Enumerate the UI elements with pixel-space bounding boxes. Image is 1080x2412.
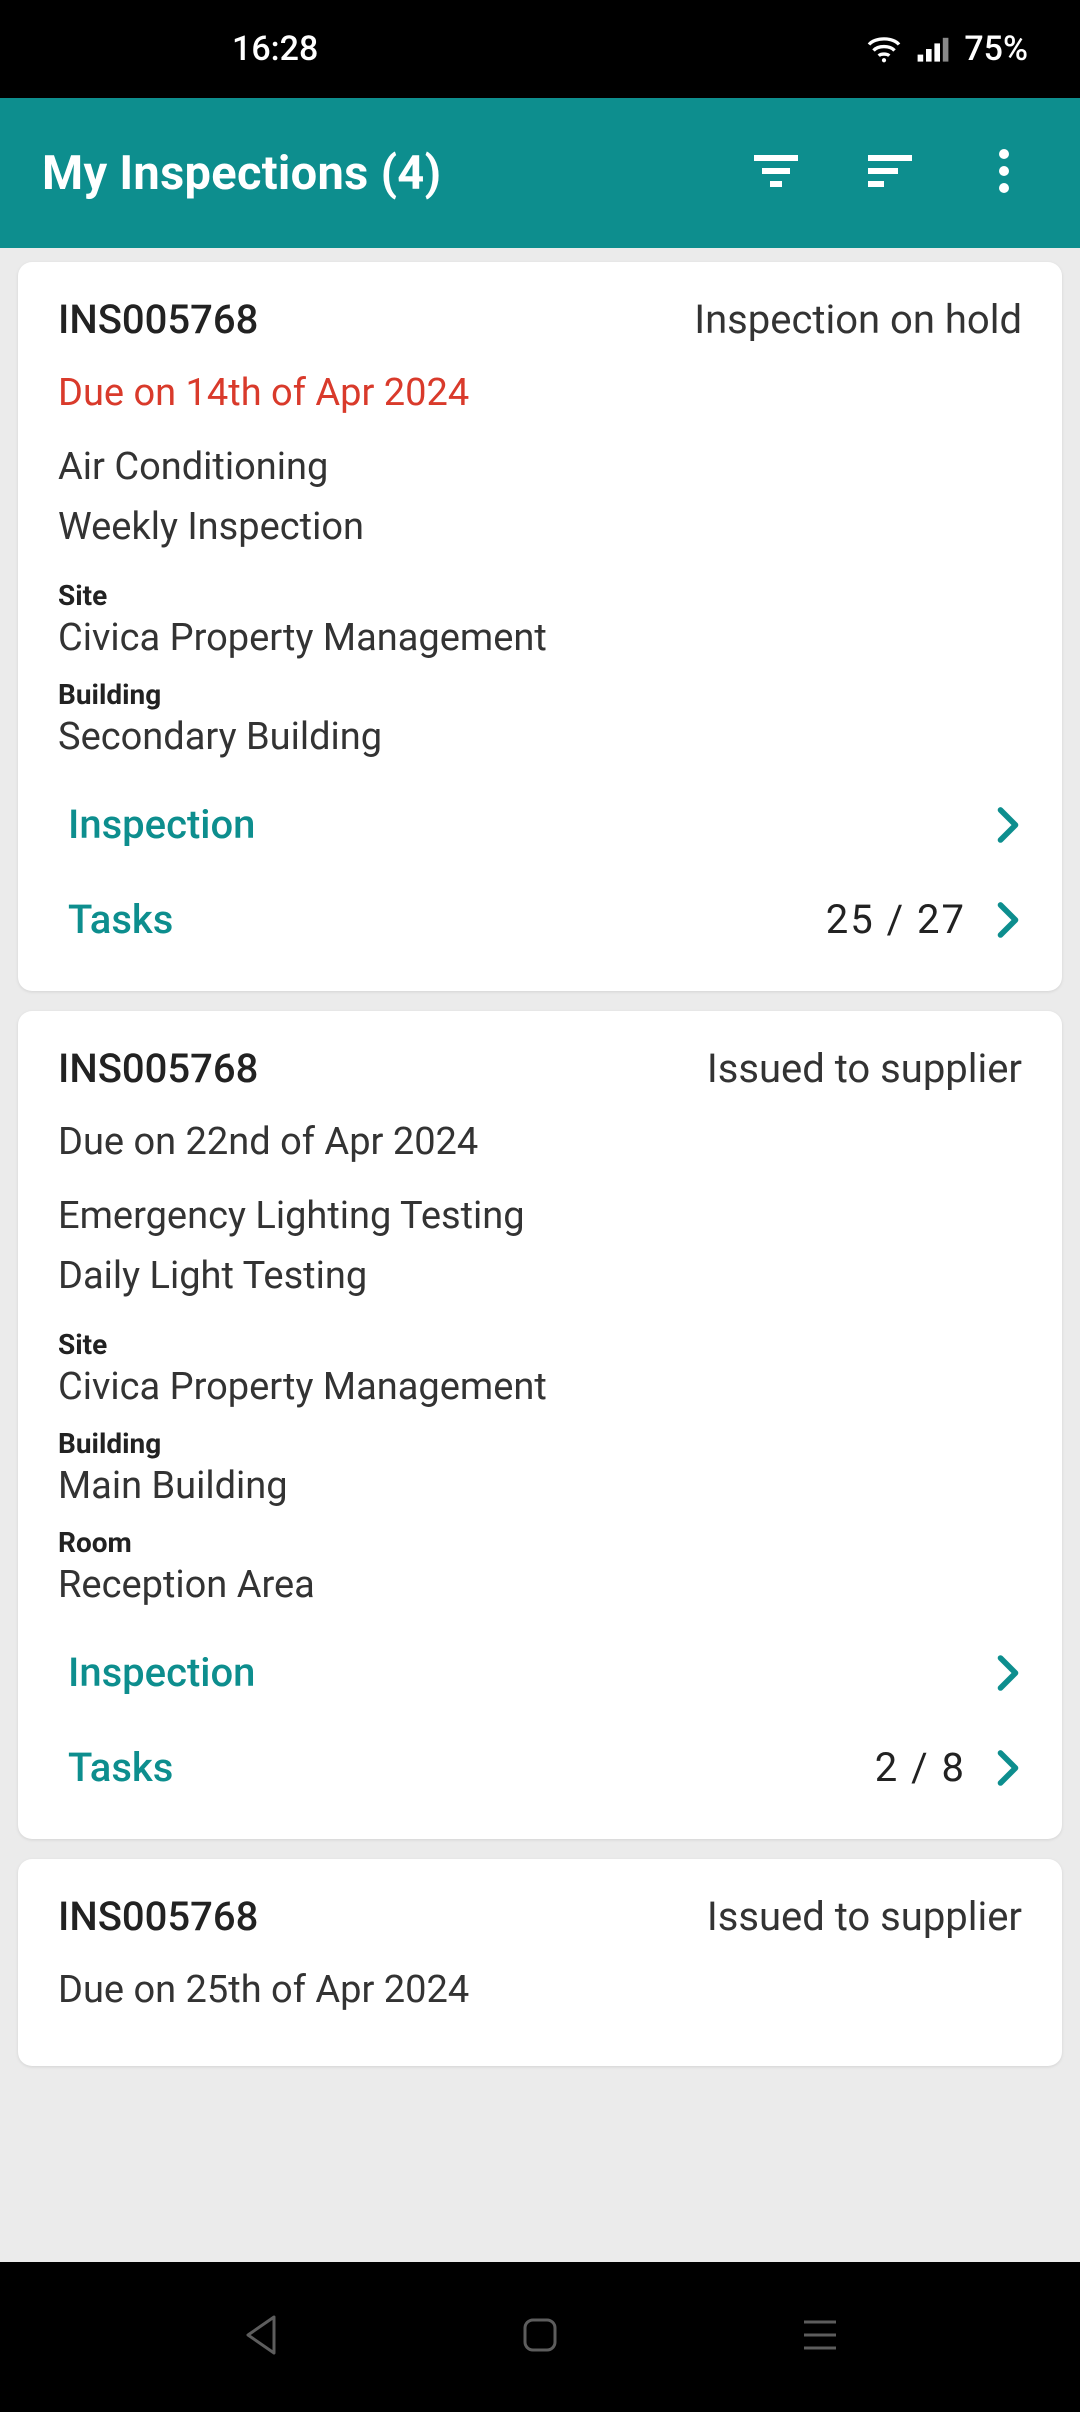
site-label: Site <box>58 579 1022 612</box>
battery-text: 75% <box>964 29 1028 69</box>
tasks-link-label: Tasks <box>68 1744 173 1791</box>
tasks-link-label: Tasks <box>68 896 173 943</box>
chevron-right-icon <box>994 805 1022 845</box>
room-value: Reception Area <box>58 1563 1022 1607</box>
inspection-card[interactable]: INS005768 Issued to supplier Due on 25th… <box>18 1859 1062 2066</box>
site-label: Site <box>58 1328 1022 1361</box>
inspection-id: INS005768 <box>58 296 258 343</box>
more-vert-icon <box>997 147 1011 199</box>
nav-home-icon <box>520 2315 560 2359</box>
nav-back-icon <box>240 2313 280 2361</box>
signal-icon <box>916 35 950 63</box>
nav-recents-icon <box>800 2317 840 2357</box>
app-bar: My Inspections (4) <box>0 98 1080 248</box>
wifi-icon <box>866 34 902 64</box>
inspection-card[interactable]: INS005768 Inspection on hold Due on 14th… <box>18 262 1062 991</box>
system-nav-bar <box>0 2262 1080 2412</box>
inspection-card[interactable]: INS005768 Issued to supplier Due on 22nd… <box>18 1011 1062 1839</box>
site-value: Civica Property Management <box>58 1365 1022 1409</box>
inspection-link[interactable]: Inspection <box>58 1625 1022 1720</box>
tasks-link[interactable]: Tasks 2 / 8 <box>58 1720 1022 1815</box>
site-value: Civica Property Management <box>58 616 1022 660</box>
task-count: 2 / 8 <box>875 1744 966 1791</box>
chevron-right-icon <box>994 900 1022 940</box>
inspection-list[interactable]: INS005768 Inspection on hold Due on 14th… <box>0 248 1080 2262</box>
filter-icon <box>752 151 800 195</box>
status-bar: 16:28 75% <box>0 0 1080 98</box>
sort-icon <box>866 151 914 195</box>
task-count: 25 / 27 <box>826 896 966 943</box>
filter-button[interactable] <box>748 145 804 201</box>
building-value: Main Building <box>58 1464 1022 1508</box>
inspection-link[interactable]: Inspection <box>58 777 1022 872</box>
inspection-id: INS005768 <box>58 1045 258 1092</box>
recents-button[interactable] <box>780 2297 860 2377</box>
chevron-right-icon <box>994 1748 1022 1788</box>
sort-button[interactable] <box>862 145 918 201</box>
inspection-schedule: Daily Light Testing <box>58 1254 1022 1298</box>
status-time: 16:28 <box>232 29 318 69</box>
inspection-id: INS005768 <box>58 1893 258 1940</box>
inspection-due: Due on 22nd of Apr 2024 <box>58 1120 1022 1164</box>
inspection-due: Due on 14th of Apr 2024 <box>58 371 1022 415</box>
page-title: My Inspections (4) <box>42 146 748 201</box>
inspection-status: Issued to supplier <box>707 1045 1022 1092</box>
inspection-category: Emergency Lighting Testing <box>58 1194 1022 1238</box>
room-label: Room <box>58 1526 1022 1559</box>
home-button[interactable] <box>500 2297 580 2377</box>
overflow-menu-button[interactable] <box>976 145 1032 201</box>
building-label: Building <box>58 678 1022 711</box>
building-value: Secondary Building <box>58 715 1022 759</box>
inspection-schedule: Weekly Inspection <box>58 505 1022 549</box>
inspection-status: Issued to supplier <box>707 1893 1022 1940</box>
tasks-link[interactable]: Tasks 25 / 27 <box>58 872 1022 967</box>
chevron-right-icon <box>994 1653 1022 1693</box>
inspection-link-label: Inspection <box>68 1649 255 1696</box>
inspection-status: Inspection on hold <box>694 296 1022 343</box>
inspection-link-label: Inspection <box>68 801 255 848</box>
status-indicators: 75% <box>866 29 1028 69</box>
inspection-due: Due on 25th of Apr 2024 <box>58 1968 1022 2012</box>
building-label: Building <box>58 1427 1022 1460</box>
inspection-category: Air Conditioning <box>58 445 1022 489</box>
back-button[interactable] <box>220 2297 300 2377</box>
